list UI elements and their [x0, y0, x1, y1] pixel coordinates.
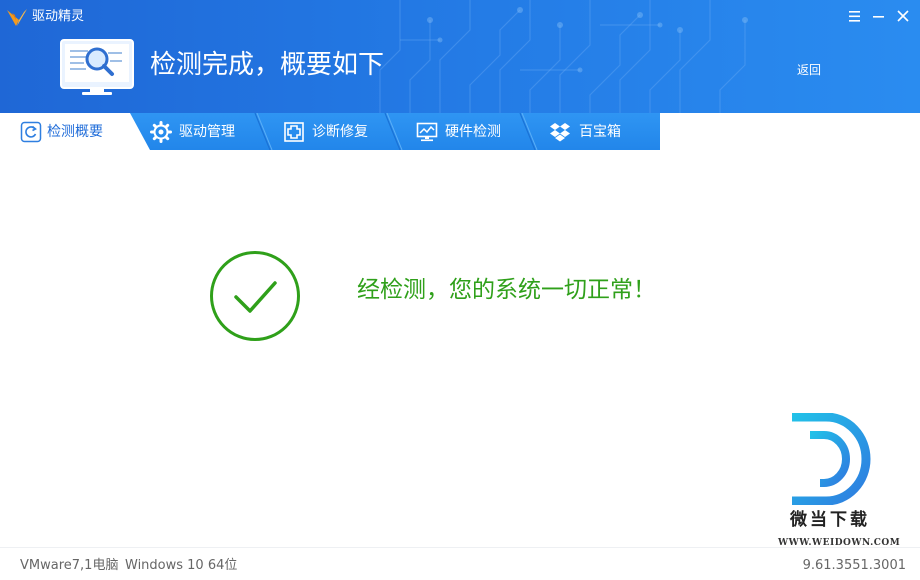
toolbox-icon — [550, 123, 570, 142]
footer-divider — [0, 547, 920, 548]
tab-diagnose-repair[interactable]: 诊断修复 — [275, 113, 385, 150]
driver-genius-logo-icon — [7, 9, 27, 26]
version-number: 9.61.3551.3001 — [802, 558, 906, 573]
monitor-chart-icon — [416, 122, 438, 142]
menu-button[interactable] — [844, 6, 866, 26]
repair-icon — [284, 122, 304, 142]
menu-icon — [849, 11, 860, 22]
tab-driver-management-label: 驱动管理 — [179, 124, 235, 140]
tab-overview[interactable]: 检测概要 — [0, 113, 145, 150]
tab-hardware-detection[interactable]: 硬件检测 — [410, 113, 520, 150]
check-circle-icon — [210, 251, 300, 341]
minimize-icon — [873, 16, 884, 18]
watermark-name: 微当下载 — [790, 510, 870, 530]
os-info: Windows 10 64位 — [125, 558, 238, 573]
scan-result-message: 经检测，您的系统一切正常！ — [357, 277, 656, 303]
refresh-icon — [20, 121, 42, 143]
tab-overview-label: 检测概要 — [47, 124, 103, 140]
tab-toolbox-label: 百宝箱 — [579, 124, 621, 140]
close-button[interactable] — [892, 6, 914, 26]
status-title: 检测完成，概要如下 — [150, 50, 385, 80]
header: 驱动精灵 检测完成，概要如下 返回 — [0, 0, 920, 113]
circuit-background — [379, 0, 748, 113]
machine-name: VMware7,1电脑 — [20, 558, 119, 573]
app-name: 驱动精灵 — [32, 9, 85, 24]
tab-driver-management[interactable]: 驱动管理 — [145, 113, 255, 150]
tab-diagnose-repair-label: 诊断修复 — [312, 124, 368, 140]
tab-toolbox[interactable]: 百宝箱 — [545, 113, 655, 150]
back-button[interactable]: 返回 — [797, 62, 821, 78]
driver-genius-window: 驱动精灵 检测完成，概要如下 返回 检测概要 驱动管理 诊断修复 硬件检测 百宝… — [0, 0, 920, 580]
weidown-logo-icon — [792, 413, 871, 505]
tab-bar: 检测概要 驱动管理 诊断修复 硬件检测 百宝箱 — [0, 113, 920, 150]
monitor-search-icon — [60, 39, 134, 95]
tab-hardware-detection-label: 硬件检测 — [445, 124, 501, 140]
gear-icon — [150, 121, 172, 143]
minimize-button[interactable] — [868, 6, 890, 26]
close-icon — [897, 10, 909, 22]
